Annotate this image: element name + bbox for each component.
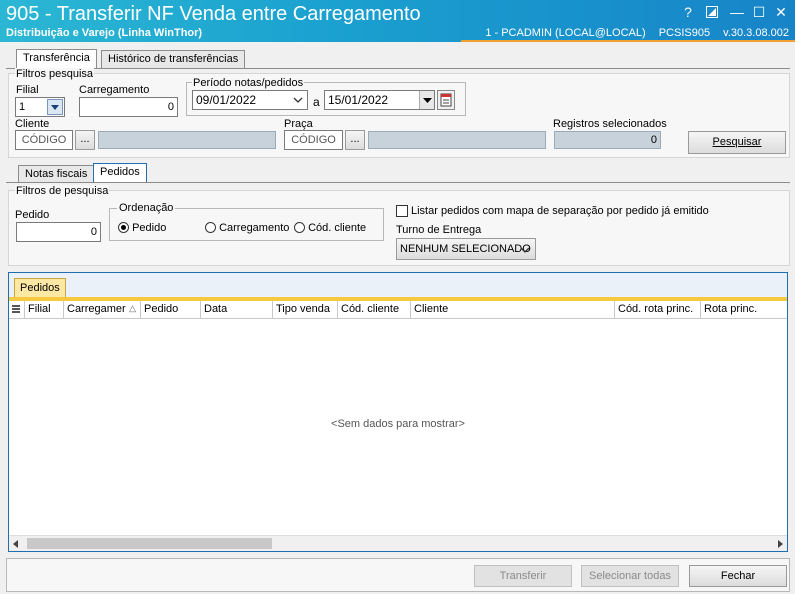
date-from-input[interactable]: 09/01/2022 [192,90,308,110]
turno-label: Turno de Entrega [396,224,482,236]
radio-pedido-label: Pedido [132,222,167,234]
scroll-right-icon [778,540,783,548]
chevron-down-icon [293,97,303,103]
praca-codigo-input[interactable]: CÓDIGO [284,130,343,150]
carregamento-input[interactable]: 0 [79,97,178,117]
pedido-input[interactable]: 0 [16,222,101,242]
window-title: 905 - Transferir NF Venda entre Carregam… [6,3,421,25]
col-rota-princ[interactable]: Rota princ. [701,301,787,319]
date-to-value: 15/01/2022 [328,93,389,107]
praca-label: Praça [284,118,313,130]
ordenacao-option-carregamento[interactable]: Carregamento [205,222,289,234]
listar-checkbox[interactable] [396,205,408,217]
tab-historico[interactable]: Histórico de transferências [101,50,246,68]
scroll-left-icon [13,540,18,548]
radio-pedido[interactable] [118,222,129,233]
periodo-label: Período notas/pedidos [192,77,305,89]
praca-search-button[interactable]: ... [345,130,365,150]
radio-carregamento[interactable] [205,222,216,233]
pedido-label: Pedido [15,209,50,221]
scrollbar-thumb[interactable] [27,538,272,549]
fechar-button[interactable]: Fechar [689,565,787,587]
filial-select[interactable]: 1 [15,97,65,117]
filial-label: Filial [16,84,39,96]
calendar-icon[interactable] [437,90,455,110]
col-tipo-venda[interactable]: Tipo venda [273,301,338,319]
date-separator: a [313,95,320,109]
cliente-codigo-input[interactable]: CÓDIGO [15,130,73,150]
radio-cod-cliente[interactable] [294,222,305,233]
sort-ascending-icon: △ [129,303,136,313]
cliente-name-field [98,131,276,149]
maximize-icon[interactable]: ☐ [749,3,769,21]
date-to-dropdown[interactable] [419,91,434,109]
chevron-down-icon [423,98,432,103]
cliente-search-button[interactable]: ... [75,130,95,150]
radio-cod-cliente-label: Cód. cliente [308,222,367,234]
col-pedido[interactable]: Pedido [141,301,201,319]
chevron-down-icon[interactable] [47,99,63,115]
grid-menu-icon[interactable] [9,301,25,319]
turno-value: NENHUM SELECIONADO [400,243,531,255]
listar-label: Listar pedidos com mapa de separação por… [411,205,709,217]
registros-label: Registros selecionados [553,118,667,130]
cliente-label: Cliente [15,118,50,130]
col-filial[interactable]: Filial [25,301,64,319]
praca-name-field [368,131,546,149]
routine-code: PCSIS905 [658,27,711,39]
minimize-icon[interactable]: — [727,3,747,21]
subtab-divider [6,182,790,183]
horizontal-scrollbar[interactable] [9,535,787,551]
tab-divider [6,68,790,69]
window-subtitle: Distribuição e Varejo (Linha WinThor) [6,27,203,39]
pedidos-grid: Pedidos Filial Carregamer △ Pedido Data … [8,272,788,552]
user-info: 1 - PCADMIN (LOCAL@LOCAL) [485,27,646,39]
tab-notas-fiscais[interactable]: Notas fiscais [18,165,95,183]
col-carregamento[interactable]: Carregamer △ [64,301,141,319]
radio-carregamento-label: Carregamento [219,222,290,234]
ordenacao-option-pedido[interactable]: Pedido [118,222,166,234]
col-cliente[interactable]: Cliente [411,301,615,319]
grid-tab-pedidos[interactable]: Pedidos [14,278,66,298]
version-label: v.30.3.08.002 [723,27,789,39]
turno-select[interactable]: NENHUM SELECIONADO [396,238,536,260]
pedidos-filtros-label: Filtros de pesquisa [15,185,110,197]
filtros-group-label: Filtros pesquisa [15,68,95,80]
tab-transferencia[interactable]: Transferência [16,49,97,69]
col-cod-rota-princ[interactable]: Cód. rota princ. [615,301,701,319]
close-icon[interactable]: ✕ [771,3,791,21]
registros-value: 0 [554,131,661,149]
help-icon[interactable]: ? [678,3,698,21]
grid-empty-text: <Sem dados para mostrar> [331,418,465,430]
col-data[interactable]: Data [201,301,273,319]
carregamento-label: Carregamento [79,84,150,96]
col-carregamento-label: Carregamer [67,303,126,315]
filial-value: 1 [19,101,26,113]
transferir-button[interactable]: Transferir [474,565,572,587]
ordenacao-label: Ordenação [117,202,176,214]
pesquisar-button[interactable]: Pesquisar [688,131,786,154]
selecionar-todas-button[interactable]: Selecionar todas [581,565,679,587]
session-info: 1 - PCADMIN (LOCAL@LOCAL) PCSIS905 v.30.… [475,27,789,39]
tab-pedidos[interactable]: Pedidos [93,163,147,183]
ordenacao-option-cod-cliente[interactable]: Cód. cliente [294,222,366,234]
chevron-down-icon [520,247,530,253]
date-from-value: 09/01/2022 [196,93,257,107]
col-cod-cliente[interactable]: Cód. cliente [338,301,411,319]
edit-icon[interactable] [702,3,722,21]
